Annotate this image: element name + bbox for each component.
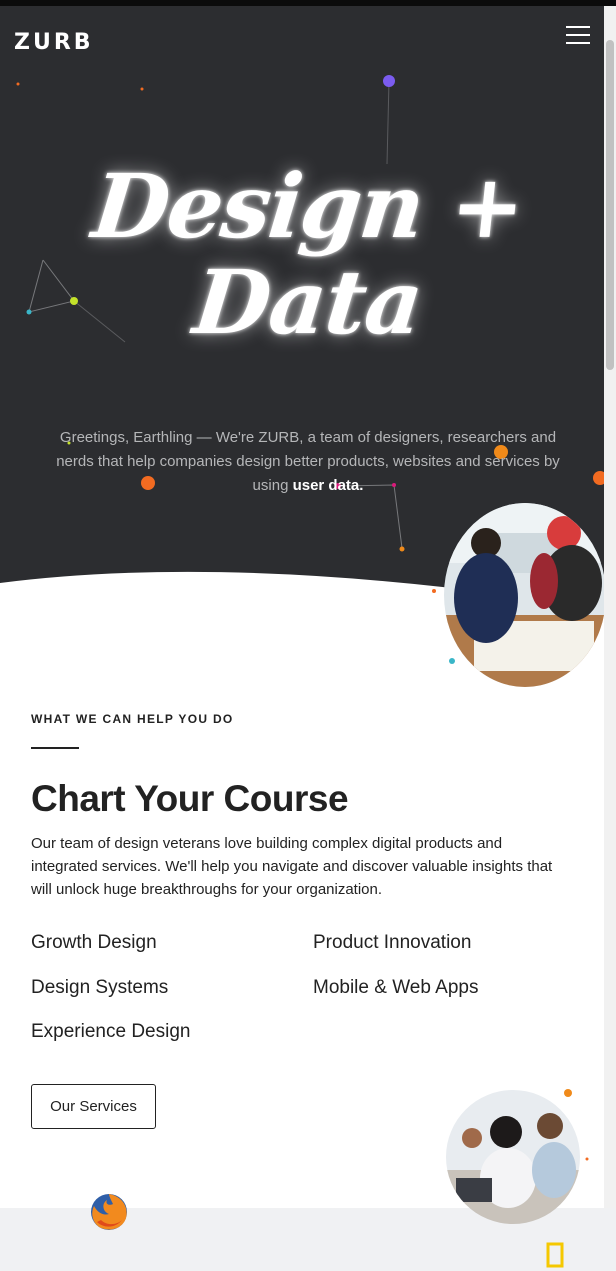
hero-headline-line1: Design + xyxy=(87,154,529,258)
service-product-innovation[interactable]: Product Innovation xyxy=(313,932,471,954)
section-divider xyxy=(31,747,79,749)
team-meeting-photo xyxy=(444,503,606,687)
national-geographic-logo-icon xyxy=(546,1242,564,1268)
service-mobile-web-apps[interactable]: Mobile & Web Apps xyxy=(313,977,478,999)
section-description: Our team of design veterans love buildin… xyxy=(31,835,553,898)
hero-headline-line2: Data xyxy=(189,250,427,354)
scrollbar-thumb[interactable] xyxy=(606,40,614,370)
zurb-logo[interactable]: ZURB xyxy=(14,30,94,55)
section-title: Chart Your Course xyxy=(31,778,349,819)
firefox-logo-icon xyxy=(91,1194,127,1230)
section-eyebrow: WHAT WE CAN HELP YOU DO xyxy=(31,712,234,726)
service-experience-design[interactable]: Experience Design xyxy=(31,1021,190,1043)
students-photo xyxy=(446,1090,580,1224)
hero-intro: Greetings, Earthling — We're ZURB, a tea… xyxy=(40,426,576,498)
service-growth-design[interactable]: Growth Design xyxy=(31,932,157,954)
service-design-systems[interactable]: Design Systems xyxy=(31,977,168,999)
our-services-button[interactable]: Our Services xyxy=(31,1084,156,1129)
hamburger-menu-icon[interactable] xyxy=(566,26,590,48)
user-data-link[interactable]: user data. xyxy=(293,477,364,494)
